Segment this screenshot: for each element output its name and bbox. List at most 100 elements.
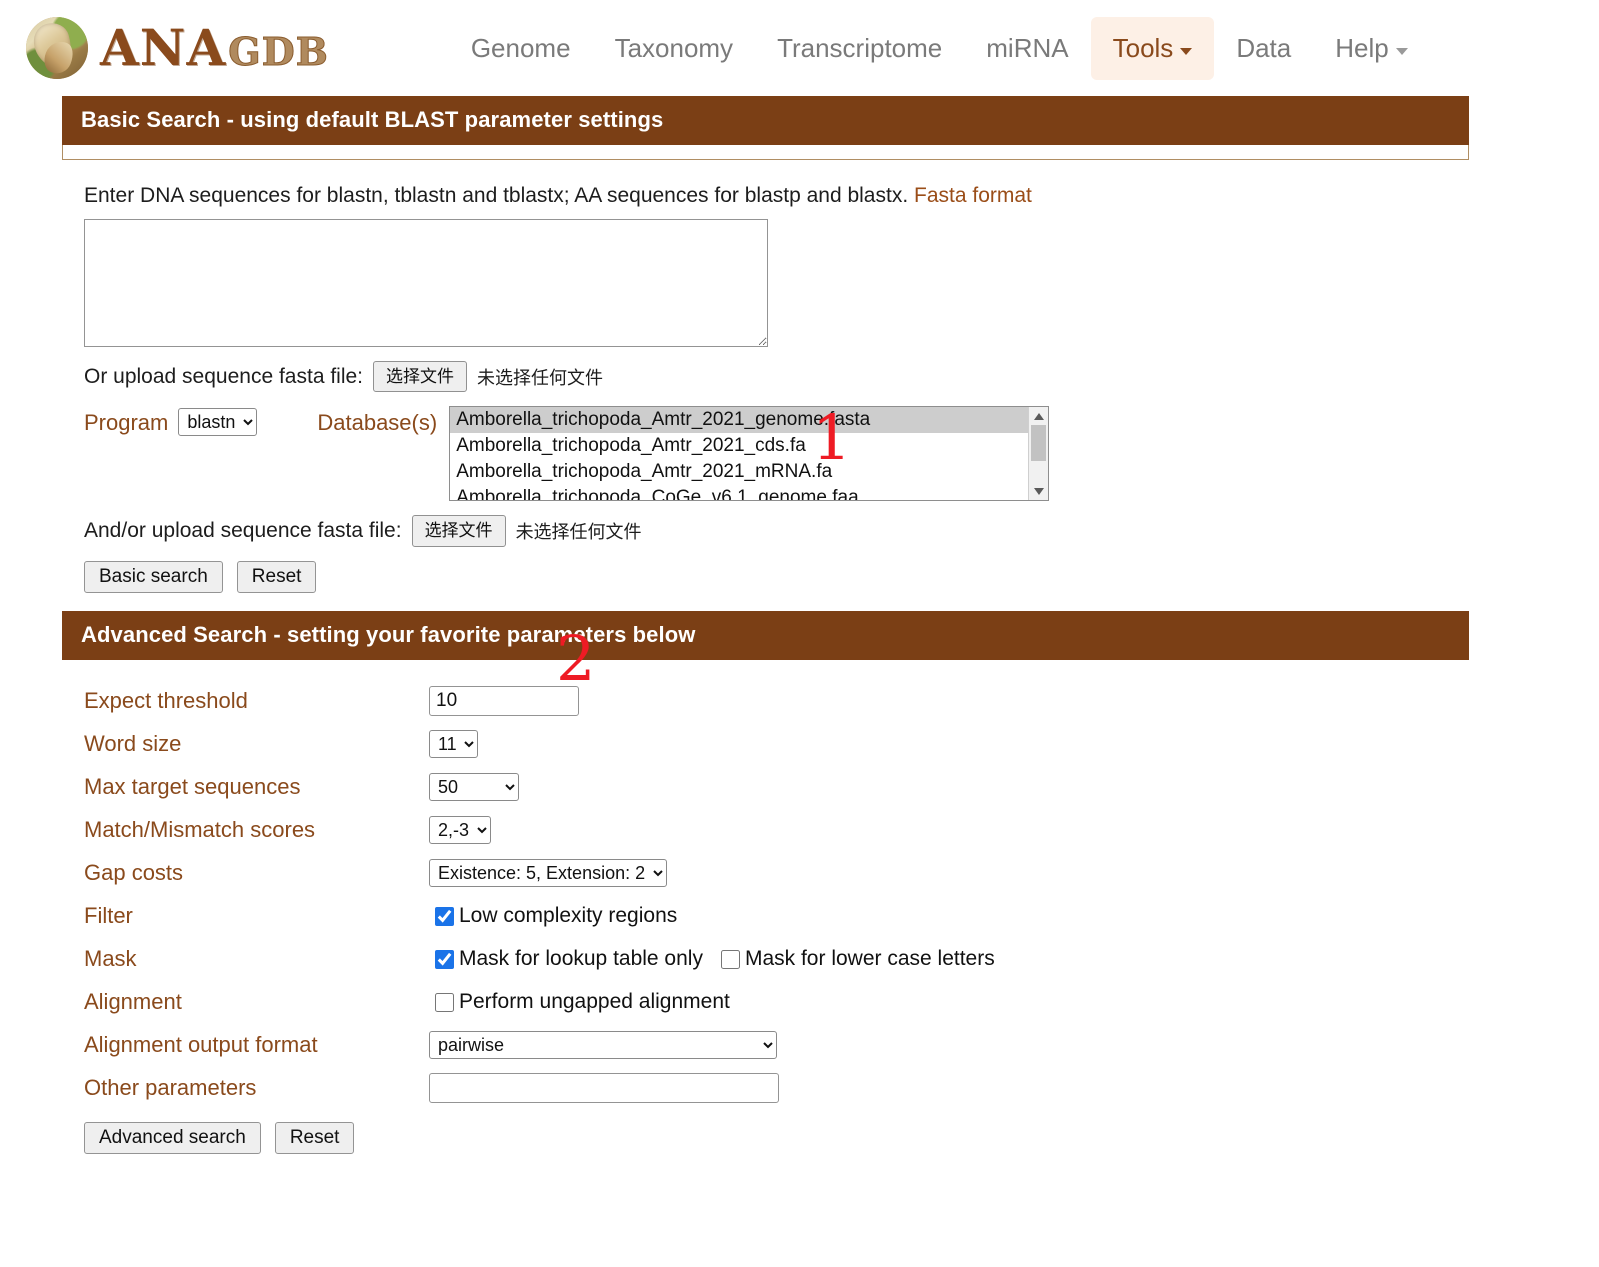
filter-label: Filter bbox=[84, 903, 429, 929]
program-database-row: Program blastn Database(s) Amborella_tri… bbox=[84, 406, 1469, 501]
row-word-size: Word size 11 bbox=[84, 723, 1469, 766]
advanced-search-button[interactable]: Advanced search bbox=[84, 1122, 261, 1154]
ungapped-alignment-label: Perform ungapped alignment bbox=[459, 990, 730, 1014]
upload-database-label: And/or upload sequence fasta file: bbox=[84, 519, 402, 543]
gap-costs-select[interactable]: Existence: 5, Extension: 2 bbox=[429, 859, 667, 887]
filter-low-complexity-option[interactable]: Low complexity regions bbox=[435, 904, 677, 928]
chosen-file-status-2: 未选择任何文件 bbox=[516, 518, 642, 544]
database-option[interactable]: Amborella_trichopoda_Amtr_2021_genome.fa… bbox=[450, 407, 1048, 433]
upload-database-row: And/or upload sequence fasta file: 选择文件 … bbox=[84, 515, 1469, 546]
program-label: Program bbox=[84, 410, 168, 436]
nav-item-mirna[interactable]: miRNA bbox=[964, 17, 1090, 80]
gap-costs-label: Gap costs bbox=[84, 860, 429, 886]
sequence-hint-text: Enter DNA sequences for blastn, tblastn … bbox=[84, 184, 908, 207]
scroll-down-arrow-icon[interactable] bbox=[1029, 482, 1048, 500]
mask-lookup-option[interactable]: Mask for lookup table only bbox=[435, 947, 703, 971]
row-max-target-sequences: Max target sequences 50 bbox=[84, 766, 1469, 809]
basic-search-actions: Basic search Reset bbox=[84, 561, 1469, 593]
fasta-format-link[interactable]: Fasta format bbox=[914, 184, 1032, 207]
basic-search-underbar bbox=[62, 145, 1469, 160]
page-content: Basic Search - using default BLAST param… bbox=[0, 96, 1599, 1154]
other-parameters-input[interactable] bbox=[429, 1073, 779, 1103]
anagdb-logo-icon bbox=[26, 17, 88, 79]
chosen-file-status-1: 未选择任何文件 bbox=[477, 364, 603, 390]
chevron-down-icon bbox=[1180, 48, 1192, 55]
mask-lookup-label: Mask for lookup table only bbox=[459, 947, 703, 971]
nav-label: Taxonomy bbox=[615, 33, 734, 64]
advanced-search-header: Advanced Search - setting your favorite … bbox=[62, 611, 1469, 660]
mask-lowercase-option[interactable]: Mask for lower case letters bbox=[721, 947, 995, 971]
database-option[interactable]: Amborella_trichopoda_Amtr_2021_mRNA.fa bbox=[450, 459, 1048, 485]
mask-label: Mask bbox=[84, 946, 429, 972]
row-alignment: Alignment Perform ungapped alignment bbox=[84, 981, 1469, 1024]
basic-search-section: Basic Search - using default BLAST param… bbox=[62, 96, 1469, 160]
brand-wordmark: ANA GDB bbox=[100, 23, 329, 73]
basic-search-body: Enter DNA sequences for blastn, tblastn … bbox=[62, 160, 1469, 593]
basic-search-header: Basic Search - using default BLAST param… bbox=[62, 96, 1469, 145]
scrollbar-thumb[interactable] bbox=[1031, 425, 1046, 461]
chevron-down-icon bbox=[1396, 48, 1408, 55]
upload-sequence-row: Or upload sequence fasta file: 选择文件 未选择任… bbox=[84, 361, 1469, 392]
main-navigation: Genome Taxonomy Transcriptome miRNA Tool… bbox=[449, 17, 1430, 80]
row-alignment-output-format: Alignment output format pairwise bbox=[84, 1024, 1469, 1067]
row-filter: Filter Low complexity regions bbox=[84, 895, 1469, 938]
database-label: Database(s) bbox=[317, 410, 437, 436]
nav-label: Tools bbox=[1113, 33, 1174, 64]
database-listbox[interactable]: Amborella_trichopoda_Amtr_2021_genome.fa… bbox=[449, 406, 1049, 501]
ungapped-alignment-option[interactable]: Perform ungapped alignment bbox=[435, 990, 730, 1014]
ungapped-alignment-checkbox[interactable] bbox=[435, 993, 454, 1012]
database-scrollbar[interactable] bbox=[1028, 407, 1048, 500]
row-gap-costs: Gap costs Existence: 5, Extension: 2 bbox=[84, 852, 1469, 895]
mask-lowercase-label: Mask for lower case letters bbox=[745, 947, 995, 971]
filter-low-complexity-checkbox[interactable] bbox=[435, 907, 454, 926]
brand-logo-area[interactable]: ANA GDB bbox=[26, 17, 329, 79]
row-other-parameters: Other parameters bbox=[84, 1067, 1469, 1110]
choose-file-button-2[interactable]: 选择文件 bbox=[412, 515, 506, 546]
nav-label: Data bbox=[1236, 33, 1291, 64]
filter-low-complexity-label: Low complexity regions bbox=[459, 904, 677, 928]
advanced-search-section: Advanced Search - setting your favorite … bbox=[62, 611, 1469, 660]
max-target-sequences-label: Max target sequences bbox=[84, 774, 429, 800]
output-format-select[interactable]: pairwise bbox=[429, 1031, 777, 1059]
database-option[interactable]: Amborella_trichopoda_CoGe_v6.1_genome.fa… bbox=[450, 485, 1048, 501]
advanced-search-body: Expect threshold Word size 11 Max target… bbox=[62, 660, 1469, 1154]
nav-item-tools[interactable]: Tools bbox=[1091, 17, 1215, 80]
sequence-input[interactable] bbox=[84, 219, 768, 347]
expect-threshold-input[interactable] bbox=[429, 686, 579, 716]
basic-reset-button[interactable]: Reset bbox=[237, 561, 317, 593]
nav-label: miRNA bbox=[986, 33, 1068, 64]
expect-threshold-label: Expect threshold bbox=[84, 688, 429, 714]
scroll-up-arrow-icon[interactable] bbox=[1029, 407, 1048, 425]
match-mismatch-label: Match/Mismatch scores bbox=[84, 817, 429, 843]
word-size-label: Word size bbox=[84, 731, 429, 757]
mask-lookup-checkbox[interactable] bbox=[435, 950, 454, 969]
row-expect-threshold: Expect threshold bbox=[84, 680, 1469, 723]
nav-item-transcriptome[interactable]: Transcriptome bbox=[755, 17, 964, 80]
word-size-select[interactable]: 11 bbox=[429, 730, 478, 758]
database-option[interactable]: Amborella_trichopoda_Amtr_2021_cds.fa bbox=[450, 433, 1048, 459]
brand-name-primary: ANA bbox=[100, 23, 226, 73]
sequence-hint: Enter DNA sequences for blastn, tblastn … bbox=[84, 184, 1469, 208]
alignment-label: Alignment bbox=[84, 989, 429, 1015]
nav-label: Transcriptome bbox=[777, 33, 942, 64]
advanced-search-actions: Advanced search Reset bbox=[84, 1122, 1469, 1154]
row-mask: Mask Mask for lookup table only Mask for… bbox=[84, 938, 1469, 981]
program-select[interactable]: blastn bbox=[178, 408, 257, 436]
advanced-reset-button[interactable]: Reset bbox=[275, 1122, 355, 1154]
site-header: ANA GDB Genome Taxonomy Transcriptome mi… bbox=[0, 0, 1599, 96]
other-parameters-label: Other parameters bbox=[84, 1075, 429, 1101]
nav-item-genome[interactable]: Genome bbox=[449, 17, 593, 80]
max-target-sequences-select[interactable]: 50 bbox=[429, 773, 519, 801]
upload-sequence-label: Or upload sequence fasta file: bbox=[84, 365, 363, 389]
nav-item-taxonomy[interactable]: Taxonomy bbox=[593, 17, 756, 80]
nav-label: Genome bbox=[471, 33, 571, 64]
choose-file-button-1[interactable]: 选择文件 bbox=[373, 361, 467, 392]
match-mismatch-select[interactable]: 2,-3 bbox=[429, 816, 491, 844]
nav-item-help[interactable]: Help bbox=[1313, 17, 1429, 80]
mask-lowercase-checkbox[interactable] bbox=[721, 950, 740, 969]
output-format-label: Alignment output format bbox=[84, 1032, 429, 1058]
nav-label: Help bbox=[1335, 33, 1388, 64]
brand-name-secondary: GDB bbox=[228, 33, 329, 71]
nav-item-data[interactable]: Data bbox=[1214, 17, 1313, 80]
basic-search-button[interactable]: Basic search bbox=[84, 561, 223, 593]
